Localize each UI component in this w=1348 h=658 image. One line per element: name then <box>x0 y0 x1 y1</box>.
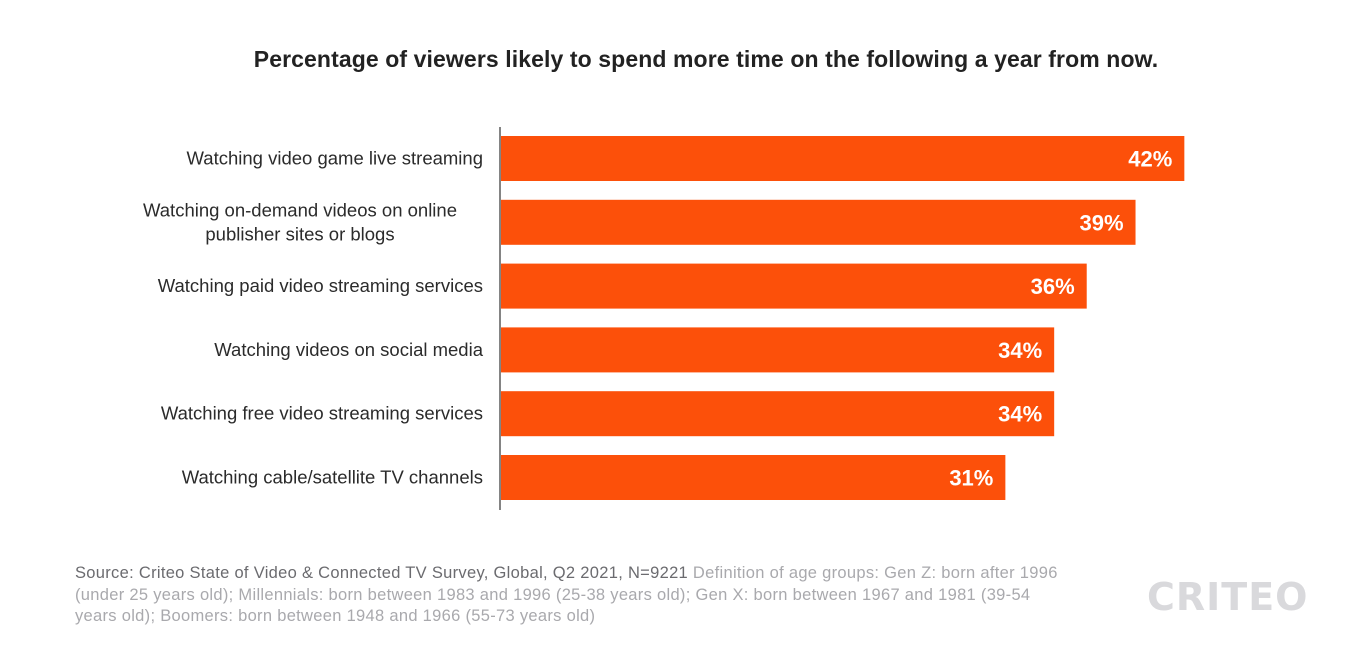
value-label-0: 42% <box>1128 147 1172 172</box>
footer-note: Source: Criteo State of Video & Connecte… <box>75 563 1075 628</box>
bar-2 <box>501 263 1087 309</box>
value-label-4: 34% <box>998 402 1042 427</box>
category-label-line: Watching videos on social media <box>214 339 483 360</box>
category-label-2: Watching paid video streaming services <box>158 275 483 296</box>
bar-5 <box>501 455 1006 500</box>
value-label-3: 34% <box>998 338 1042 363</box>
criteo-logo: CRITEO <box>1147 575 1309 619</box>
bar-1 <box>501 199 1136 245</box>
category-label-0: Watching video game live streaming <box>187 148 483 169</box>
category-label-line: Watching cable/satellite TV channels <box>182 467 483 488</box>
bar-4 <box>501 391 1055 437</box>
bar-0 <box>501 136 1185 181</box>
bar-chart: 42% 39% 36% 34% 34% 31% Watching video game l… <box>143 127 1185 510</box>
category-label-line: Watching free video streaming services <box>161 403 483 424</box>
value-label-5: 31% <box>949 466 993 491</box>
value-label-2: 36% <box>1031 274 1075 299</box>
bar-3 <box>501 327 1055 373</box>
category-label-4: Watching free video streaming services <box>161 403 483 424</box>
category-label-3: Watching videos on social media <box>214 339 483 360</box>
category-label-1: Watching on-demand videos on online publi… <box>143 199 457 244</box>
value-label-1: 39% <box>1079 210 1123 235</box>
category-label-5: Watching cable/satellite TV channels <box>182 467 483 488</box>
bars-group: 42% 39% 36% 34% 34% 31% <box>501 136 1185 500</box>
category-label-line: Watching paid video streaming services <box>158 275 483 296</box>
category-label-line: Watching video game live streaming <box>187 148 483 169</box>
category-label-line: publisher sites or blogs <box>205 223 394 244</box>
category-label-line: Watching on-demand videos on online <box>143 199 457 220</box>
category-labels-group: Watching video game live streaming Watchi… <box>143 148 484 488</box>
source-text: Source: Criteo State of Video & Connecte… <box>75 564 689 582</box>
